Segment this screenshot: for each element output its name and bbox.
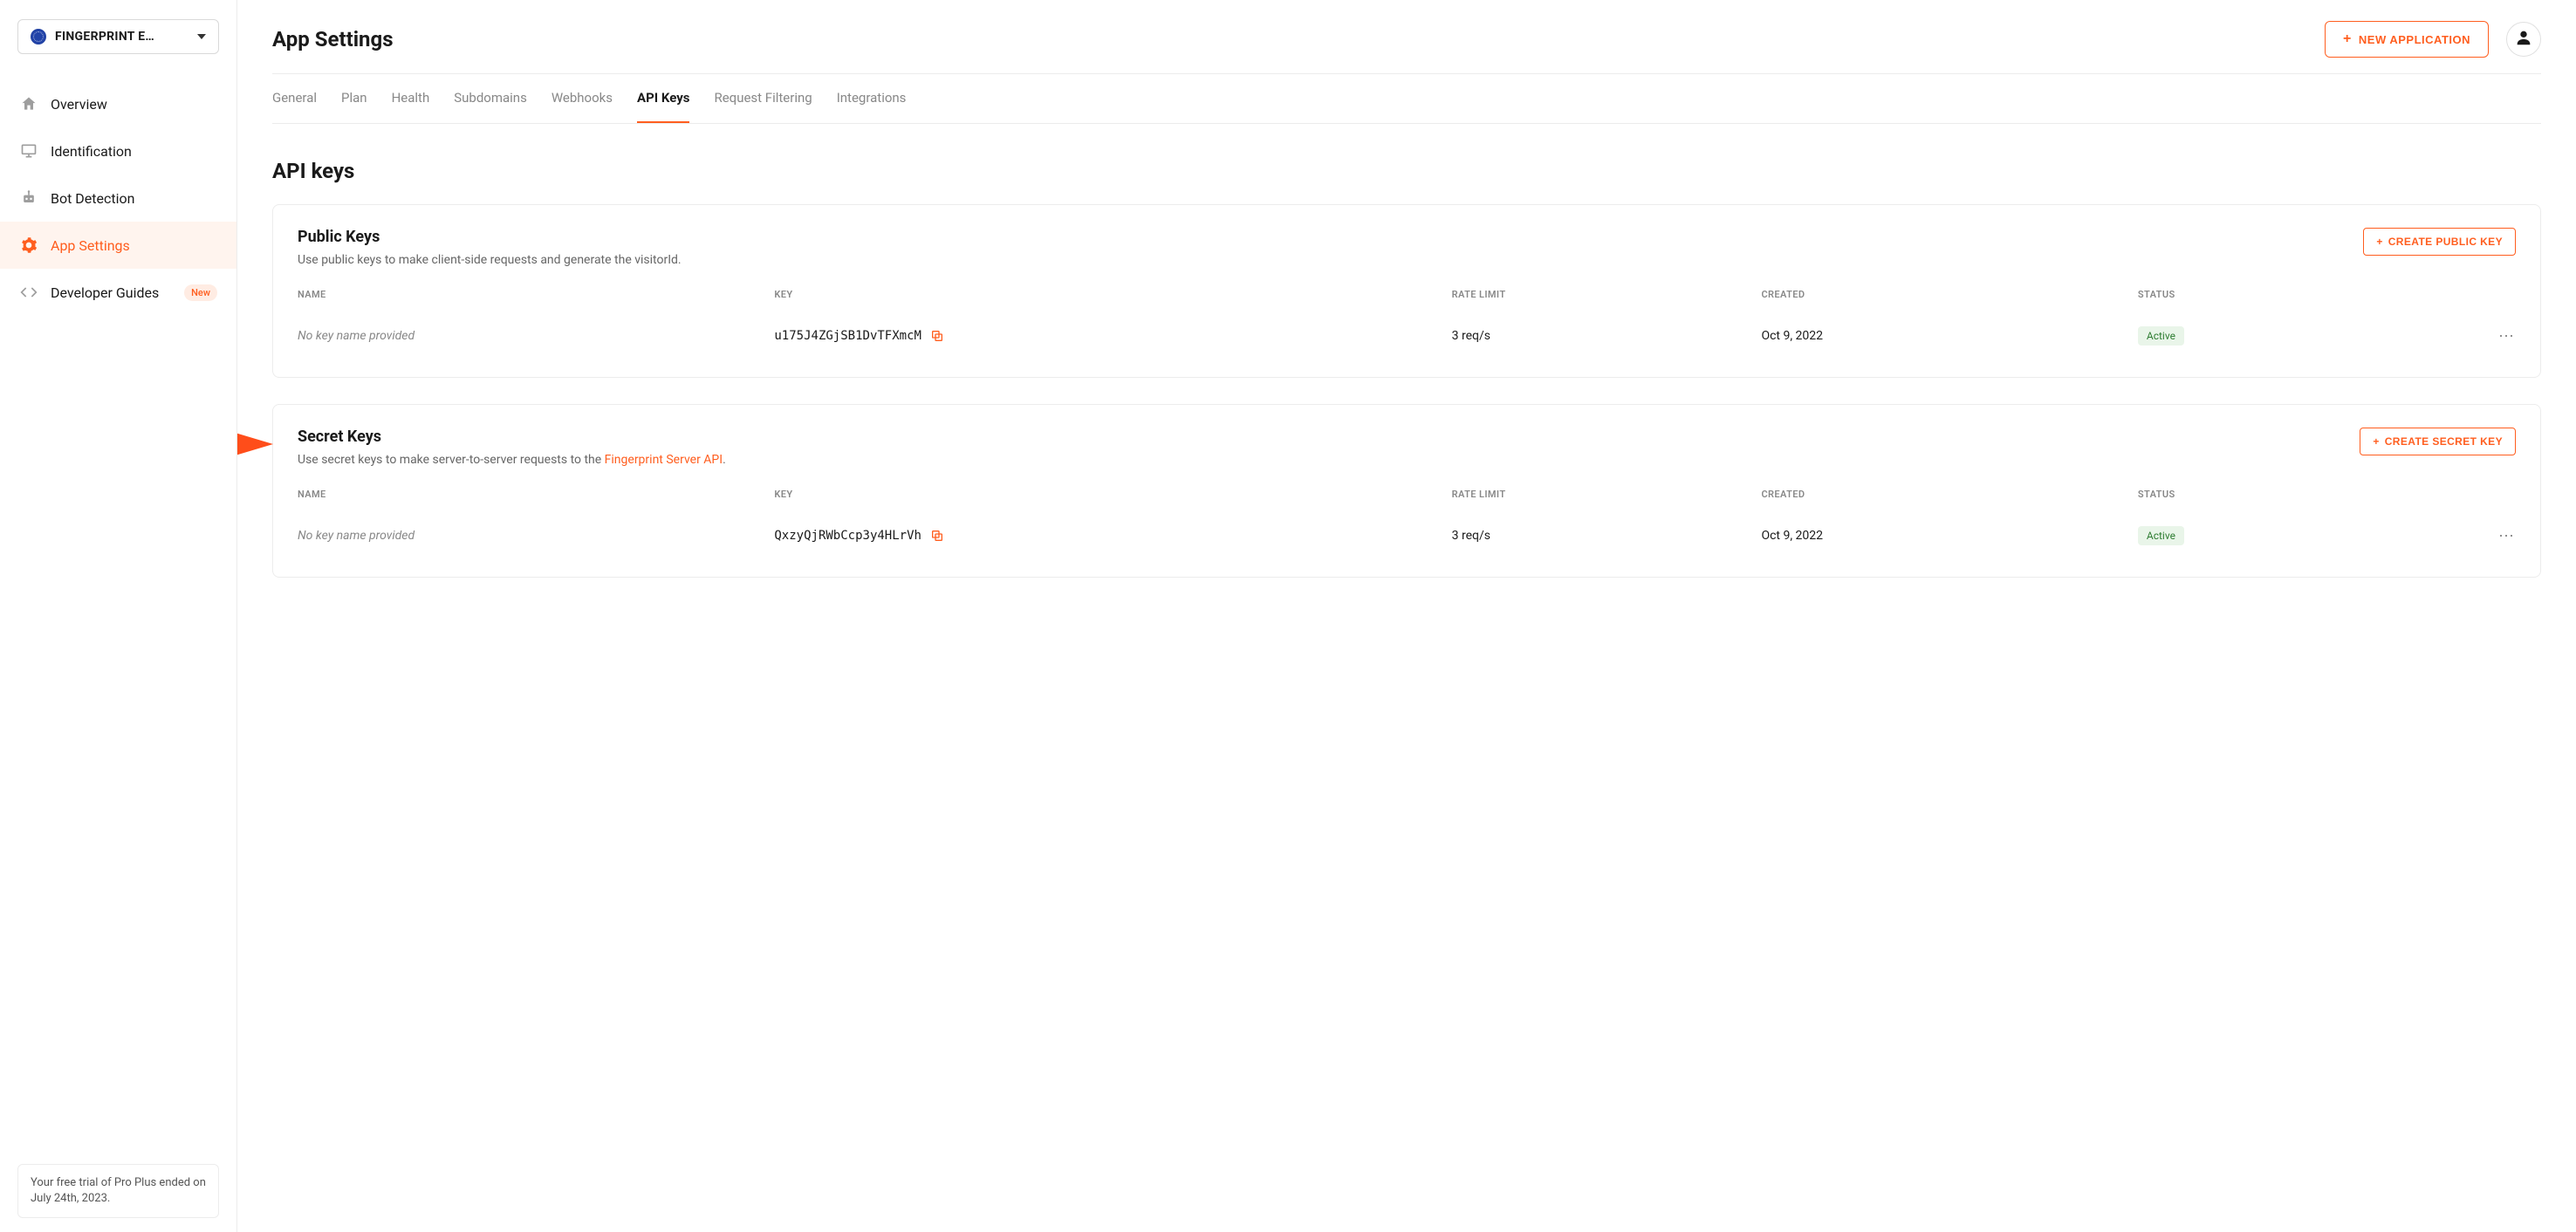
table-row: No key name provided QxzyQjRWbCcp3y4HLrV… [298,517,2516,554]
chevron-down-icon [197,34,206,39]
app-selector[interactable]: FINGERPRINT E… [17,19,219,54]
card-description: Use public keys to make client-side requ… [298,251,682,270]
tab-webhooks[interactable]: Webhooks [552,90,613,123]
tab-general[interactable]: General [272,90,317,123]
sidebar-nav: Overview Identification Bot Detection Ap… [0,80,236,316]
tab-request-filtering[interactable]: Request Filtering [714,90,812,123]
sidebar-item-identification[interactable]: Identification [0,127,236,175]
col-rate: RATE LIMIT [1452,489,1753,500]
sidebar-item-overview[interactable]: Overview [0,80,236,127]
sidebar-item-label: Developer Guides [51,284,159,301]
server-api-link[interactable]: Fingerprint Server API [605,453,723,467]
rate-limit: 3 req/s [1452,529,1753,543]
new-application-button[interactable]: + NEW APPLICATION [2325,21,2489,58]
sidebar-item-label: Identification [51,143,132,160]
col-created: CREATED [1761,289,2128,300]
rate-limit: 3 req/s [1452,329,1753,343]
more-menu-button[interactable]: ⋯ [2481,527,2516,545]
button-label: CREATE PUBLIC KEY [2388,236,2503,248]
card-description: Use secret keys to make server-to-server… [298,451,726,469]
tab-subdomains[interactable]: Subdomains [454,90,527,123]
key-name: No key name provided [298,329,765,343]
plus-icon: + [2373,435,2379,448]
tab-plan[interactable]: Plan [341,90,367,123]
sidebar-item-label: Bot Detection [51,190,134,207]
trial-notice: Your free trial of Pro Plus ended on Jul… [17,1164,219,1218]
account-menu-button[interactable] [2506,22,2541,57]
copy-icon[interactable] [930,529,944,543]
table-row: No key name provided u175J4ZGjSB1DvTFXmc… [298,318,2516,354]
new-badge: New [184,284,217,301]
table-header: NAME KEY RATE LIMIT CREATED STATUS [298,289,2516,300]
col-key: KEY [774,489,1442,500]
key-name: No key name provided [298,529,765,543]
sidebar: FINGERPRINT E… Overview Identification [0,0,237,1232]
sidebar-item-label: App Settings [51,237,130,254]
card-title: Secret Keys [298,428,726,446]
status-badge: Active [2138,326,2184,346]
code-icon [19,283,38,302]
table-header: NAME KEY RATE LIMIT CREATED STATUS [298,489,2516,500]
tab-integrations[interactable]: Integrations [837,90,907,123]
col-status: STATUS [2138,289,2472,300]
home-icon [19,94,38,113]
app-selector-label: FINGERPRINT E… [55,30,188,44]
section-title: API keys [272,159,2541,183]
plus-icon: + [2343,32,2352,46]
main-content: App Settings + NEW APPLICATION General P… [237,0,2576,1232]
button-label: NEW APPLICATION [2359,33,2470,46]
key-value: u175J4ZGjSB1DvTFXmcM [774,329,921,343]
sidebar-item-bot-detection[interactable]: Bot Detection [0,175,236,222]
page-title: App Settings [272,27,394,51]
tab-health[interactable]: Health [392,90,430,123]
robot-icon [19,188,38,208]
arrow-callout-icon [237,422,273,469]
created-date: Oct 9, 2022 [1761,329,2128,343]
col-rate: RATE LIMIT [1452,289,1753,300]
copy-icon[interactable] [930,329,944,343]
button-label: CREATE SECRET KEY [2385,435,2503,448]
sidebar-item-developer-guides[interactable]: Developer Guides New [0,269,236,316]
created-date: Oct 9, 2022 [1761,529,2128,543]
col-name: NAME [298,489,765,500]
status-badge: Active [2138,526,2184,545]
col-status: STATUS [2138,489,2472,500]
key-value: QxzyQjRWbCcp3y4HLrVh [774,529,921,543]
user-icon [2514,28,2533,51]
sidebar-item-label: Overview [51,96,107,113]
col-name: NAME [298,289,765,300]
tab-api-keys[interactable]: API Keys [637,90,689,123]
public-keys-card: Public Keys Use public keys to make clie… [272,204,2541,378]
gear-icon [19,236,38,255]
col-created: CREATED [1761,489,2128,500]
create-public-key-button[interactable]: + CREATE PUBLIC KEY [2363,228,2516,256]
globe-icon [31,29,46,44]
sidebar-item-app-settings[interactable]: App Settings [0,222,236,269]
col-key: KEY [774,289,1442,300]
monitor-icon [19,141,38,161]
more-menu-button[interactable]: ⋯ [2481,327,2516,346]
create-secret-key-button[interactable]: + CREATE SECRET KEY [2360,428,2516,455]
secret-keys-card: Secret Keys Use secret keys to make serv… [272,404,2541,578]
plus-icon: + [2376,236,2382,248]
card-title: Public Keys [298,228,682,246]
tabs: General Plan Health Subdomains Webhooks … [272,73,2541,124]
